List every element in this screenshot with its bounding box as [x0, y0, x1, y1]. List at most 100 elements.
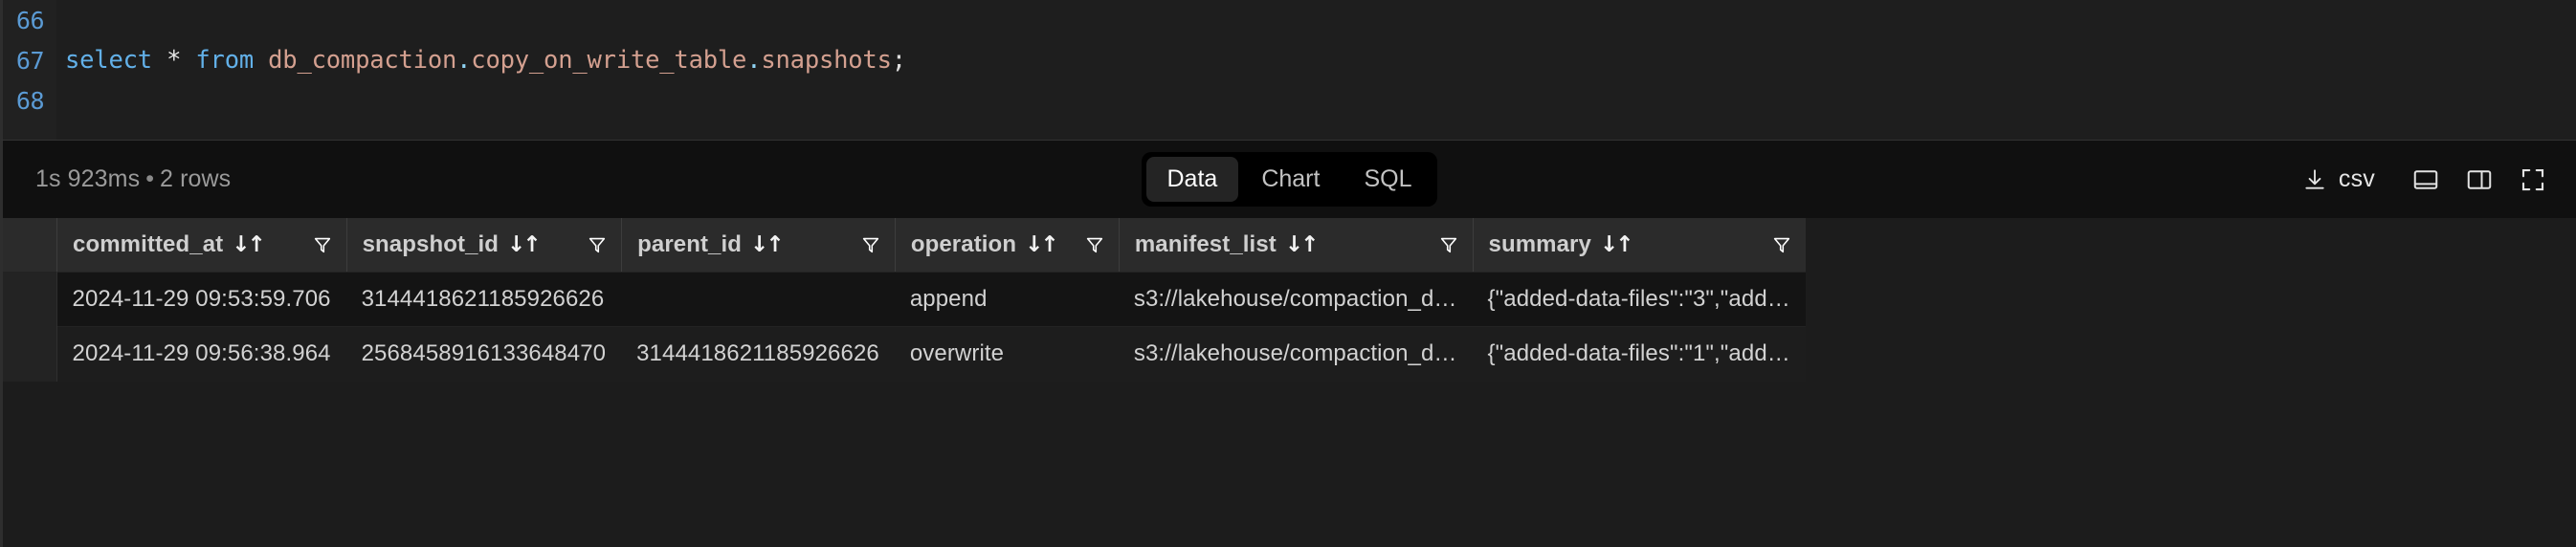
table-cell-summary[interactable]: {"added-data-files":"1","add… [1472, 326, 1806, 382]
row-number-header [3, 218, 56, 273]
column-header-operation[interactable]: operation ↓↑ [894, 218, 1119, 273]
cell-value: s3://lakehouse/compaction_d… [1133, 340, 1457, 367]
column-header-label: committed_at [73, 231, 224, 257]
row-number-cell [3, 272, 57, 327]
download-csv-button[interactable]: csv [2302, 165, 2375, 193]
filter-funnel-icon [314, 237, 330, 253]
fullscreen-button[interactable] [2519, 165, 2547, 194]
sort-toggle-icon[interactable]: ↓↑ [1025, 232, 1059, 257]
column-header-snapshot_id[interactable]: snapshot_id ↓↑ [345, 218, 622, 273]
column-filter-button[interactable] [1438, 234, 1459, 255]
column-header-manifest_list[interactable]: manifest_list ↓↑ [1118, 218, 1473, 273]
toolbar-actions: csv [2302, 165, 2547, 194]
tab-data[interactable]: Data [1145, 157, 1239, 202]
results-table: committed_at ↓↑ snapshot_id ↓↑ parent_id ↓↑ op… [3, 218, 1806, 382]
table-row[interactable]: 2024-11-29 09:56:38.964 25684589161336484… [3, 326, 1806, 382]
code-token: db_compaction [268, 46, 457, 75]
cell-value: 2024-11-29 09:56:38.964 [72, 340, 331, 367]
results-table-container[interactable]: committed_at ↓↑ snapshot_id ↓↑ parent_id ↓↑ op… [0, 218, 2576, 547]
fullscreen-icon [2521, 168, 2544, 190]
sort-toggle-icon[interactable]: ↓↑ [507, 232, 542, 257]
results-toolbar: 1s 923ms • 2 rows Data Chart SQL csv [0, 140, 2576, 218]
table-body: 2024-11-29 09:53:59.706 31444186211859266… [3, 272, 1806, 382]
code-text[interactable]: select * from db_compaction.copy_on_writ… [56, 46, 906, 75]
sql-editor[interactable]: 66 67 select * from db_compaction.copy_on_… [0, 0, 2576, 140]
column-header-cell[interactable]: manifest_list ↓↑ [1118, 218, 1473, 272]
layout-split-vertical-icon [2467, 169, 2492, 189]
column-header-committed_at[interactable]: committed_at ↓↑ [56, 218, 346, 273]
column-header-label: snapshot_id [362, 231, 500, 257]
table-row[interactable]: 2024-11-29 09:53:59.706 31444186211859266… [3, 272, 1806, 327]
column-filter-button[interactable] [312, 234, 333, 255]
table-cell-manifest_list[interactable]: s3://lakehouse/compaction_d… [1118, 326, 1473, 382]
code-token: . [456, 46, 472, 75]
cell-value: {"added-data-files":"1","add… [1487, 340, 1790, 367]
sort-toggle-icon[interactable]: ↓↑ [232, 232, 266, 257]
filter-funnel-icon [1086, 237, 1102, 253]
table-cell-parent_id[interactable] [621, 272, 895, 327]
table-header: committed_at ↓↑ snapshot_id ↓↑ parent_id ↓↑ op… [3, 218, 1806, 273]
column-header-cell[interactable]: operation ↓↑ [894, 218, 1119, 272]
query-row-count: 2 rows [160, 165, 232, 192]
sort-toggle-icon[interactable]: ↓↑ [1285, 232, 1320, 257]
code-line[interactable]: 68 [3, 80, 2576, 120]
cell-value: 2568458916133648470 [361, 340, 607, 367]
sort-toggle-icon[interactable]: ↓↑ [1600, 232, 1634, 257]
cell-value: {"added-data-files":"3","add… [1487, 286, 1790, 312]
download-csv-label: csv [2338, 165, 2375, 192]
filter-funnel-icon [588, 237, 606, 253]
line-number: 67 [15, 46, 45, 75]
table-cell-operation[interactable]: append [894, 272, 1119, 327]
table-cell-manifest_list[interactable]: s3://lakehouse/compaction_d… [1118, 272, 1473, 327]
column-filter-button[interactable] [1084, 234, 1105, 255]
tab-chart[interactable]: Chart [1240, 157, 1341, 202]
sql-workbench: 66 67 select * from db_compaction.copy_on_… [0, 0, 2576, 547]
table-cell-committed_at[interactable]: 2024-11-29 09:53:59.706 [56, 272, 346, 327]
column-header-cell[interactable]: committed_at ↓↑ [56, 218, 346, 272]
table-cell-snapshot_id[interactable]: 3144418621185926626 [345, 272, 622, 327]
column-header-cell[interactable]: parent_id ↓↑ [621, 218, 895, 272]
download-icon [2305, 168, 2324, 189]
table-cell-snapshot_id[interactable]: 2568458916133648470 [345, 326, 622, 382]
filter-funnel-icon [862, 237, 878, 253]
column-header-parent_id[interactable]: parent_id ↓↑ [621, 218, 895, 273]
column-filter-button[interactable] [587, 234, 608, 255]
tab-sql[interactable]: SQL [1343, 157, 1432, 202]
code-line[interactable]: 67 select * from db_compaction.copy_on_wr… [3, 40, 2576, 80]
column-header-label: parent_id [637, 231, 743, 257]
filter-funnel-icon [1773, 237, 1789, 253]
code-token: . [746, 46, 762, 75]
line-number: 68 [15, 86, 45, 115]
code-token: ; [891, 46, 906, 75]
column-header-cell[interactable]: summary ↓↑ [1472, 218, 1806, 272]
table-cell-operation[interactable]: overwrite [894, 326, 1119, 382]
table-cell-summary[interactable]: {"added-data-files":"3","add… [1472, 272, 1806, 327]
editor-code-lines[interactable]: 66 67 select * from db_compaction.copy_on_… [3, 0, 2576, 120]
code-line[interactable]: 66 [3, 0, 2576, 40]
code-token: from [195, 46, 254, 75]
cell-value: overwrite [909, 340, 1005, 367]
layout-split-vertical-button[interactable] [2465, 165, 2494, 194]
column-header-label: summary [1488, 231, 1591, 257]
layout-split-horizontal-icon [2413, 169, 2438, 189]
results-view-tabs[interactable]: Data Chart SQL [1141, 152, 1438, 207]
column-header-label: manifest_list [1134, 231, 1277, 257]
sort-toggle-icon[interactable]: ↓↑ [750, 232, 785, 257]
line-number: 66 [15, 6, 45, 34]
cell-value: 3144418621185926626 [636, 340, 879, 367]
table-header-row: committed_at ↓↑ snapshot_id ↓↑ parent_id ↓↑ op… [3, 218, 1806, 273]
column-header-summary[interactable]: summary ↓↑ [1472, 218, 1806, 273]
cell-value: 3144418621185926626 [361, 286, 605, 312]
code-token: snapshots [761, 46, 892, 75]
table-cell-parent_id[interactable]: 3144418621185926626 [621, 326, 895, 382]
column-header-cell[interactable]: snapshot_id ↓↑ [345, 218, 622, 272]
layout-split-horizontal-button[interactable] [2411, 165, 2440, 194]
column-filter-button[interactable] [1771, 234, 1792, 255]
column-filter-button[interactable] [860, 234, 881, 255]
code-token: copy_on_write_table [471, 46, 747, 75]
cell-value: s3://lakehouse/compaction_d… [1133, 286, 1457, 312]
table-cell-committed_at[interactable]: 2024-11-29 09:56:38.964 [56, 326, 346, 382]
query-duration: 1s 923ms [35, 165, 141, 192]
